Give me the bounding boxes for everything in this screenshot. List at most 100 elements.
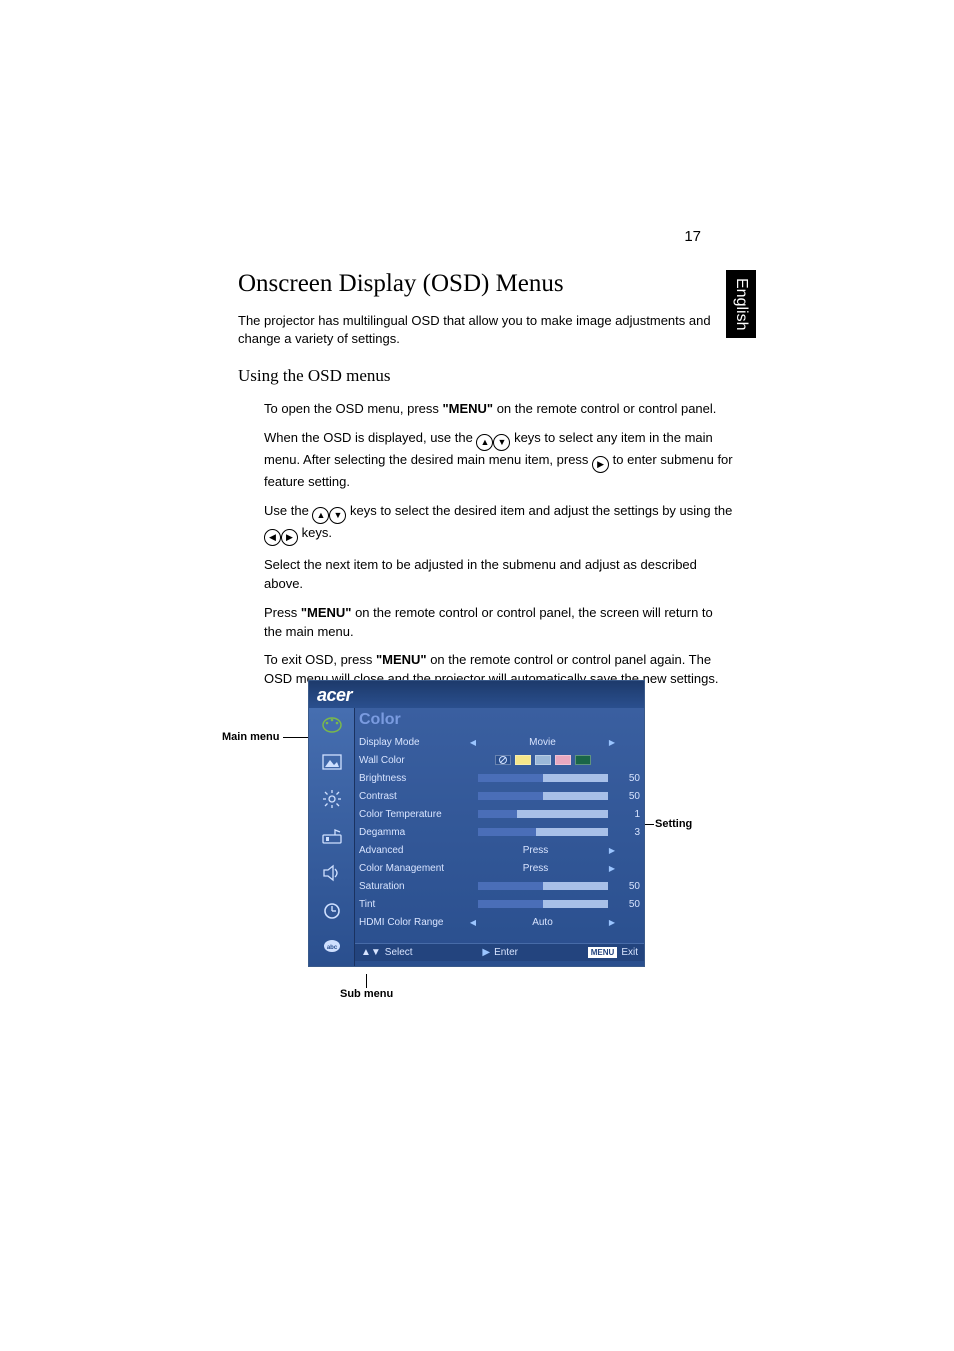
footer-label: Select [385, 947, 413, 958]
step-1: To open the OSD menu, press "MENU" on th… [264, 400, 733, 419]
management-menu-icon[interactable] [319, 825, 345, 847]
step-text: To open the OSD menu, press [264, 401, 442, 416]
slider[interactable] [478, 900, 608, 908]
press-label: Press [469, 845, 602, 856]
step-text: keys to select the desired item and adju… [346, 503, 732, 518]
row-color-temperature[interactable]: Color Temperature 1 [355, 805, 644, 823]
osd-panel-title: Color [355, 708, 644, 733]
swatch-green[interactable] [575, 755, 591, 765]
step-text: keys. [298, 525, 332, 540]
right-arrow-icon: ▶ [482, 947, 490, 958]
menu-label: "MENU" [301, 605, 352, 620]
up-key-icon: ▲ [476, 434, 493, 451]
color-swatches[interactable] [495, 755, 591, 765]
slider[interactable] [478, 810, 608, 818]
slider[interactable] [478, 882, 608, 890]
row-hdmi-color-range[interactable]: HDMI Color Range ◀ Auto ▶ [355, 913, 644, 931]
row-degamma[interactable]: Degamma 3 [355, 823, 644, 841]
left-key-icon: ◀ [264, 529, 281, 546]
row-value: 1 [616, 809, 644, 820]
row-advanced[interactable]: Advanced Press ▶ [355, 841, 644, 859]
step-3: Use the ▲▼ keys to select the desired it… [264, 502, 733, 546]
annotation-setting: Setting [655, 818, 692, 830]
annotation-line [366, 974, 367, 988]
spacer [355, 931, 644, 943]
right-arrow-icon[interactable]: ▶ [608, 864, 616, 873]
swatch-yellow[interactable] [515, 755, 531, 765]
step-text: Press [264, 605, 301, 620]
row-value: 50 [616, 791, 644, 802]
step-text: When the OSD is displayed, use the [264, 430, 476, 445]
row-label: HDMI Color Range [359, 917, 469, 928]
row-value: 50 [616, 881, 644, 892]
row-label: Saturation [359, 881, 469, 892]
audio-menu-icon[interactable] [319, 862, 345, 884]
row-value: 3 [616, 827, 644, 838]
osd-main-menu-rail: abc [309, 708, 355, 966]
swatch-control[interactable] [469, 755, 616, 765]
selector-control[interactable]: ◀ Movie ▶ [469, 737, 616, 748]
selector-control[interactable]: ◀ Auto ▶ [469, 917, 616, 928]
menu-label: "MENU" [376, 652, 427, 667]
osd-brand: acer [309, 681, 644, 708]
right-arrow-icon[interactable]: ▶ [608, 738, 616, 747]
language-menu-icon[interactable]: abc [319, 936, 345, 958]
row-wall-color[interactable]: Wall Color [355, 751, 644, 769]
swatch-pink[interactable] [555, 755, 571, 765]
row-label: Color Temperature [359, 809, 469, 820]
content-area: Onscreen Display (OSD) Menus The project… [238, 270, 733, 699]
slider[interactable] [478, 828, 608, 836]
down-key-icon: ▼ [493, 434, 510, 451]
osd-footer: ▲▼ Select ▶ Enter MENU Exit [355, 943, 644, 961]
row-color-management[interactable]: Color Management Press ▶ [355, 859, 644, 877]
row-saturation[interactable]: Saturation 50 [355, 877, 644, 895]
swatch-none[interactable] [495, 755, 511, 765]
footer-label: Exit [621, 947, 638, 958]
selector-value: Auto [483, 917, 602, 928]
page-number: 17 [684, 228, 701, 245]
row-value: 50 [616, 773, 644, 784]
left-arrow-icon[interactable]: ◀ [469, 738, 477, 747]
menu-badge: MENU [588, 947, 618, 958]
color-menu-icon[interactable] [319, 714, 345, 736]
row-label: Contrast [359, 791, 469, 802]
page-heading: Onscreen Display (OSD) Menus [238, 270, 733, 298]
slider[interactable] [478, 774, 608, 782]
up-key-icon: ▲ [312, 507, 329, 524]
footer-label: Enter [494, 947, 518, 958]
press-label: Press [469, 863, 602, 874]
osd-body: abc Color Display Mode ◀ Movie ▶ Wall Co… [309, 708, 644, 966]
down-key-icon: ▼ [329, 507, 346, 524]
intro-text: The projector has multilingual OSD that … [238, 312, 733, 348]
setting-menu-icon[interactable] [319, 788, 345, 810]
annotation-main-menu: Main menu [222, 731, 279, 743]
row-tint[interactable]: Tint 50 [355, 895, 644, 913]
swatch-lightblue[interactable] [535, 755, 551, 765]
row-label: Display Mode [359, 737, 469, 748]
left-arrow-icon[interactable]: ◀ [469, 918, 477, 927]
row-display-mode[interactable]: Display Mode ◀ Movie ▶ [355, 733, 644, 751]
row-label: Tint [359, 899, 469, 910]
footer-exit-hint: MENU Exit [588, 947, 638, 958]
selector-value: Movie [483, 737, 602, 748]
row-label: Brightness [359, 773, 469, 784]
right-arrow-icon[interactable]: ▶ [608, 918, 616, 927]
step-5: Press "MENU" on the remote control or co… [264, 604, 733, 642]
row-label: Advanced [359, 845, 469, 856]
row-label: Degamma [359, 827, 469, 838]
row-label: Color Management [359, 863, 469, 874]
right-key-icon: ▶ [592, 456, 609, 473]
osd-screenshot: acer [308, 680, 645, 967]
row-brightness[interactable]: Brightness 50 [355, 769, 644, 787]
footer-enter-hint: ▶ Enter [482, 947, 518, 958]
timer-menu-icon[interactable] [319, 899, 345, 921]
slider[interactable] [478, 792, 608, 800]
osd-submenu-panel: Color Display Mode ◀ Movie ▶ Wall Color [355, 708, 644, 966]
step-4: Select the next item to be adjusted in t… [264, 556, 733, 594]
right-key-icon: ▶ [281, 529, 298, 546]
row-contrast[interactable]: Contrast 50 [355, 787, 644, 805]
image-menu-icon[interactable] [319, 751, 345, 773]
steps-list: To open the OSD menu, press "MENU" on th… [264, 400, 733, 689]
step-text: To exit OSD, press [264, 652, 376, 667]
right-arrow-icon[interactable]: ▶ [608, 846, 616, 855]
